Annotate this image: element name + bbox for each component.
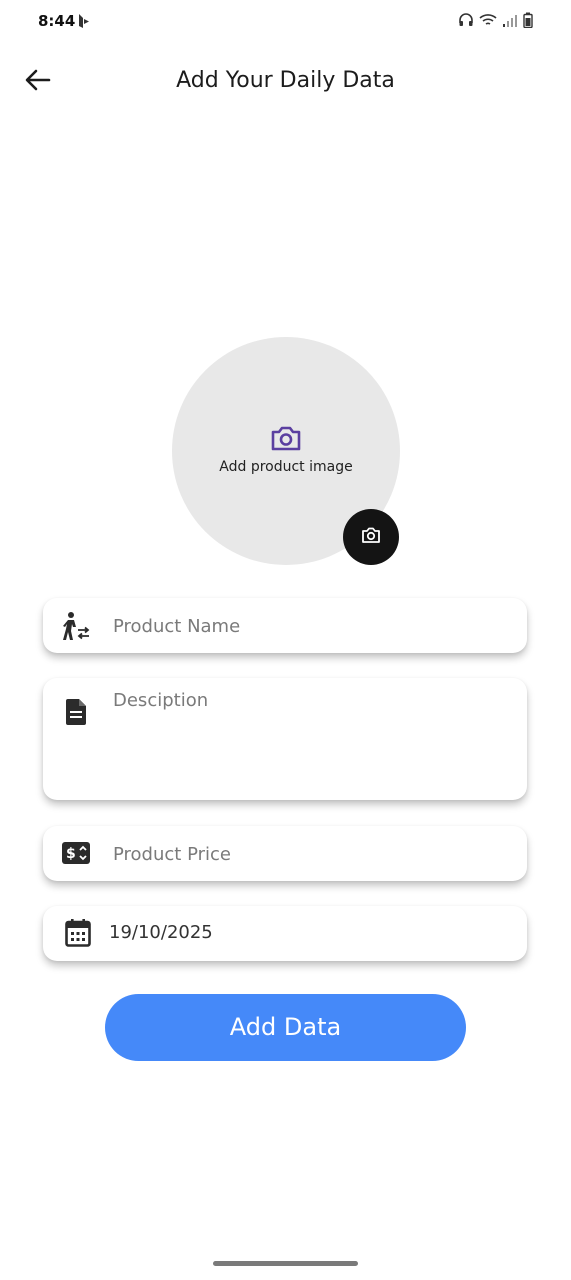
product-price-input[interactable] [113, 841, 513, 867]
status-bar: 8:44 [0, 0, 571, 44]
date-field[interactable]: 19/10/2025 [43, 906, 527, 961]
price-tag-icon: $ [62, 842, 90, 868]
wifi-icon [479, 12, 497, 32]
arrow-left-icon [25, 69, 51, 95]
product-name-input[interactable] [113, 613, 513, 639]
notification-app-icon [76, 13, 92, 33]
status-icons [458, 12, 533, 32]
add-daily-data-screen: 8:44 Add Your Daily Data Add product ima… [0, 0, 571, 1280]
camera-button[interactable] [343, 509, 399, 565]
headphones-icon [458, 12, 474, 32]
document-icon [64, 698, 88, 730]
description-input[interactable] [113, 690, 513, 790]
product-name-field [43, 598, 527, 653]
status-time: 8:44 [38, 12, 76, 30]
signal-icon [502, 13, 518, 32]
page-title: Add Your Daily Data [176, 68, 395, 93]
product-price-field: $ [43, 826, 527, 881]
add-data-button[interactable]: Add Data [105, 994, 466, 1061]
date-value: 19/10/2025 [109, 922, 213, 943]
person-trolley-icon [61, 611, 91, 645]
back-button[interactable] [22, 66, 54, 98]
image-picker-label: Add product image [219, 459, 353, 475]
home-indicator[interactable] [213, 1261, 358, 1266]
calendar-icon [65, 919, 91, 951]
battery-icon [523, 12, 533, 32]
description-field [43, 678, 527, 800]
camera-icon [270, 424, 302, 456]
svg-text:$: $ [66, 846, 76, 862]
camera-icon [361, 526, 381, 548]
